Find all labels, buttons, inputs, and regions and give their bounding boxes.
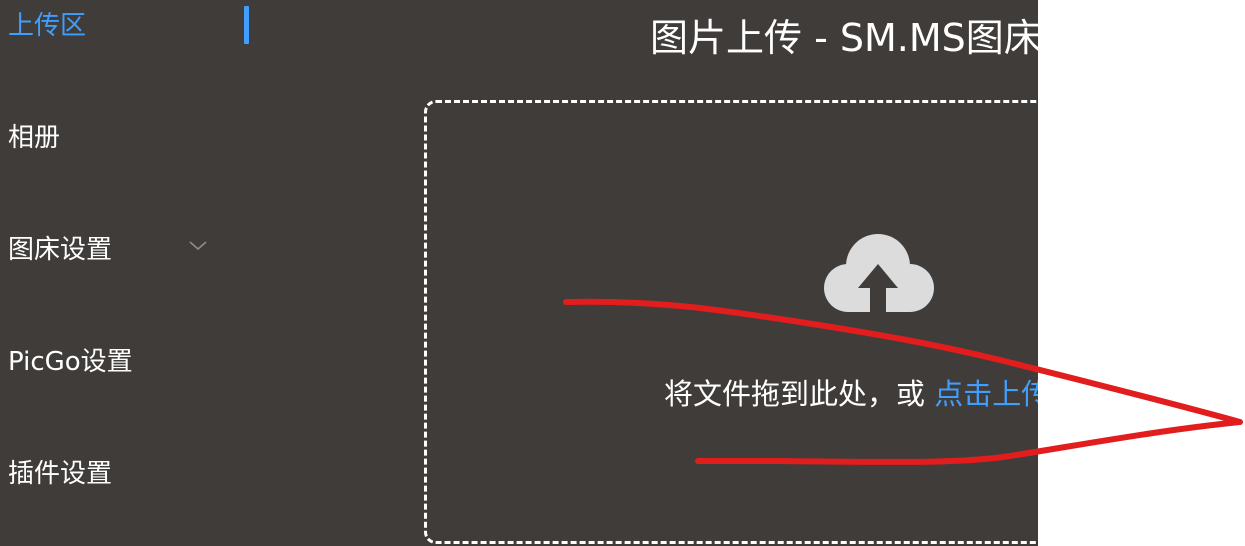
sidebar-item-plugin-settings[interactable]: 插件设置 [8,454,112,494]
sidebar-item-picgo-settings[interactable]: PicGo设置 [8,342,133,382]
click-upload-link[interactable]: 点击上传 [934,377,1038,411]
upload-dropzone[interactable] [424,100,1038,544]
chevron-down-icon[interactable] [186,236,210,256]
sidebar-item-upload[interactable]: 上传区 [8,6,86,46]
sidebar: 上传区 相册 图床设置 PicGo设置 插件设置 [0,0,260,546]
cloud-upload-icon [824,234,934,314]
page-title: 图片上传 - SM.MS图床 [650,16,1038,60]
dropzone-hint: 将文件拖到此处，或 [664,377,935,411]
picgo-window: 上传区 相册 图床设置 PicGo设置 插件设置 图片上传 - SM.MS图床 … [0,0,1038,546]
sidebar-item-album[interactable]: 相册 [8,118,60,158]
active-indicator [244,6,249,44]
dropzone-text: 将文件拖到此处，或 点击上传 [664,372,1038,416]
sidebar-item-image-host-settings[interactable]: 图床设置 [8,230,112,270]
